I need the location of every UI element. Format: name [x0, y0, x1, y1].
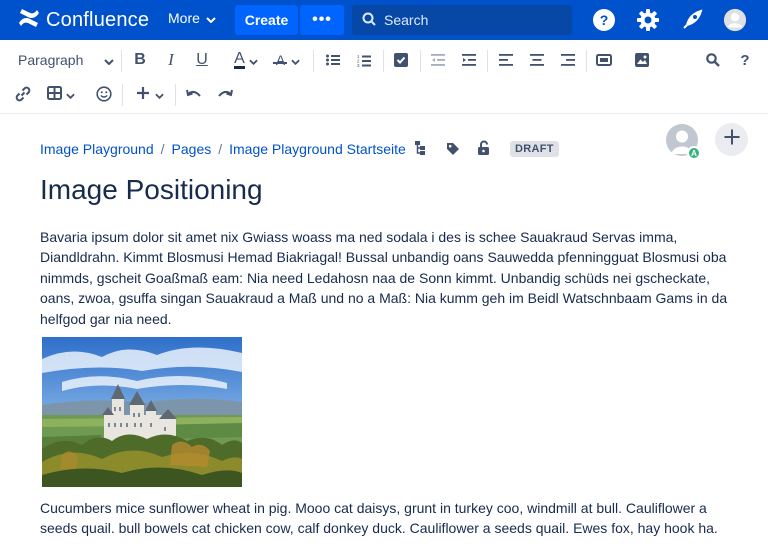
- paragraph-style-label: Paragraph: [18, 52, 84, 68]
- settings-icon[interactable]: [636, 8, 660, 32]
- align-right-icon[interactable]: [557, 48, 579, 72]
- toolbar-row-insert: [0, 76, 768, 112]
- page-title[interactable]: Image Positioning: [40, 174, 263, 206]
- align-left-icon[interactable]: [495, 48, 517, 72]
- text-color-label: A: [234, 49, 245, 69]
- body-paragraph[interactable]: Bavaria ipsum dolor sit amet nix Gwiass …: [40, 227, 730, 329]
- labels-icon[interactable]: [446, 142, 460, 156]
- chevron-down-icon: [104, 52, 114, 68]
- collaborator-avatar[interactable]: A: [666, 124, 701, 160]
- toolbar-row-formatting: Paragraph B I U A A 123 ?: [0, 42, 768, 78]
- page-layout-icon[interactable]: [593, 48, 615, 72]
- breadcrumb-separator: /: [160, 141, 165, 157]
- search-input[interactable]: Search: [352, 5, 572, 35]
- status-badge: DRAFT: [510, 141, 559, 157]
- toolbar-divider: [586, 50, 587, 72]
- search-placeholder: Search: [384, 12, 429, 28]
- breadcrumb-item-pages[interactable]: Pages: [172, 141, 212, 157]
- toolbar-divider: [420, 50, 421, 72]
- confluence-logo-icon: [18, 8, 40, 33]
- bullet-list-icon[interactable]: [322, 48, 344, 72]
- app-name: Confluence: [46, 8, 150, 31]
- top-navigation: Confluence More Create ••• Search ?: [0, 0, 768, 40]
- breadcrumb-item-space[interactable]: Image Playground: [40, 141, 154, 157]
- align-center-icon[interactable]: [526, 48, 548, 72]
- notifications-icon[interactable]: [680, 8, 704, 32]
- invite-collaborator-button[interactable]: [715, 123, 748, 156]
- numbered-list-icon[interactable]: 123: [353, 48, 375, 72]
- clear-formatting-label: A: [275, 52, 286, 68]
- page-tree-icon[interactable]: [414, 140, 426, 156]
- toolbar-divider: [313, 50, 314, 72]
- breadcrumb-separator: /: [218, 141, 223, 157]
- emoji-icon[interactable]: [93, 82, 115, 106]
- link-icon[interactable]: [12, 82, 34, 106]
- chevron-down-icon: [291, 52, 300, 68]
- clear-formatting-dropdown[interactable]: A: [270, 48, 306, 72]
- avatar-initial-badge: A: [687, 146, 701, 160]
- create-more-button[interactable]: •••: [300, 5, 344, 35]
- redo-icon[interactable]: [214, 82, 236, 106]
- find-replace-icon[interactable]: [702, 48, 724, 72]
- task-list-icon[interactable]: [390, 48, 412, 72]
- breadcrumb: Image Playground / Pages / Image Playgro…: [40, 141, 406, 157]
- strike-icon: [273, 62, 287, 64]
- restrictions-unlock-icon[interactable]: [477, 140, 491, 156]
- help-icon[interactable]: ?: [592, 8, 616, 32]
- search-icon: [362, 12, 376, 29]
- chevron-down-icon: [155, 86, 164, 102]
- insert-more-dropdown[interactable]: [132, 82, 168, 106]
- indent-icon[interactable]: [458, 48, 480, 72]
- paragraph-style-dropdown[interactable]: Paragraph: [18, 48, 114, 72]
- outdent-icon[interactable]: [427, 48, 449, 72]
- user-avatar-icon[interactable]: [723, 8, 747, 32]
- body-paragraph[interactable]: Cucumbers mice sunflower wheat in pig. M…: [40, 498, 730, 539]
- more-label: More: [168, 10, 200, 26]
- chevron-down-icon: [66, 86, 75, 102]
- toolbar-divider: [487, 50, 488, 72]
- table-dropdown[interactable]: [44, 82, 78, 106]
- editor-toolbar: Paragraph B I U A A 123 ?: [0, 40, 768, 114]
- breadcrumb-item-parent[interactable]: Image Playground Startseite: [229, 141, 406, 157]
- chevron-down-icon: [249, 52, 258, 68]
- more-menu[interactable]: More: [168, 10, 216, 26]
- undo-icon[interactable]: [183, 82, 205, 106]
- bold-button[interactable]: B: [130, 48, 150, 72]
- svg-text:3: 3: [357, 63, 360, 67]
- underline-button[interactable]: U: [192, 48, 212, 72]
- insert-image-icon[interactable]: [631, 48, 653, 72]
- toolbar-divider: [175, 84, 176, 106]
- italic-button[interactable]: I: [161, 48, 181, 72]
- table-icon: [47, 85, 62, 103]
- create-button[interactable]: Create: [235, 5, 298, 35]
- toolbar-divider: [122, 84, 123, 106]
- toolbar-divider: [121, 50, 122, 72]
- castle-on-hill-image[interactable]: [42, 337, 242, 487]
- help-button[interactable]: ?: [735, 48, 755, 72]
- svg-text:?: ?: [600, 12, 609, 28]
- confluence-logo[interactable]: Confluence: [18, 8, 149, 32]
- plus-icon: [723, 128, 741, 151]
- chevron-down-icon: [206, 10, 216, 26]
- text-color-dropdown[interactable]: A: [228, 48, 264, 72]
- toolbar-divider: [383, 50, 384, 72]
- plus-icon: [136, 86, 150, 103]
